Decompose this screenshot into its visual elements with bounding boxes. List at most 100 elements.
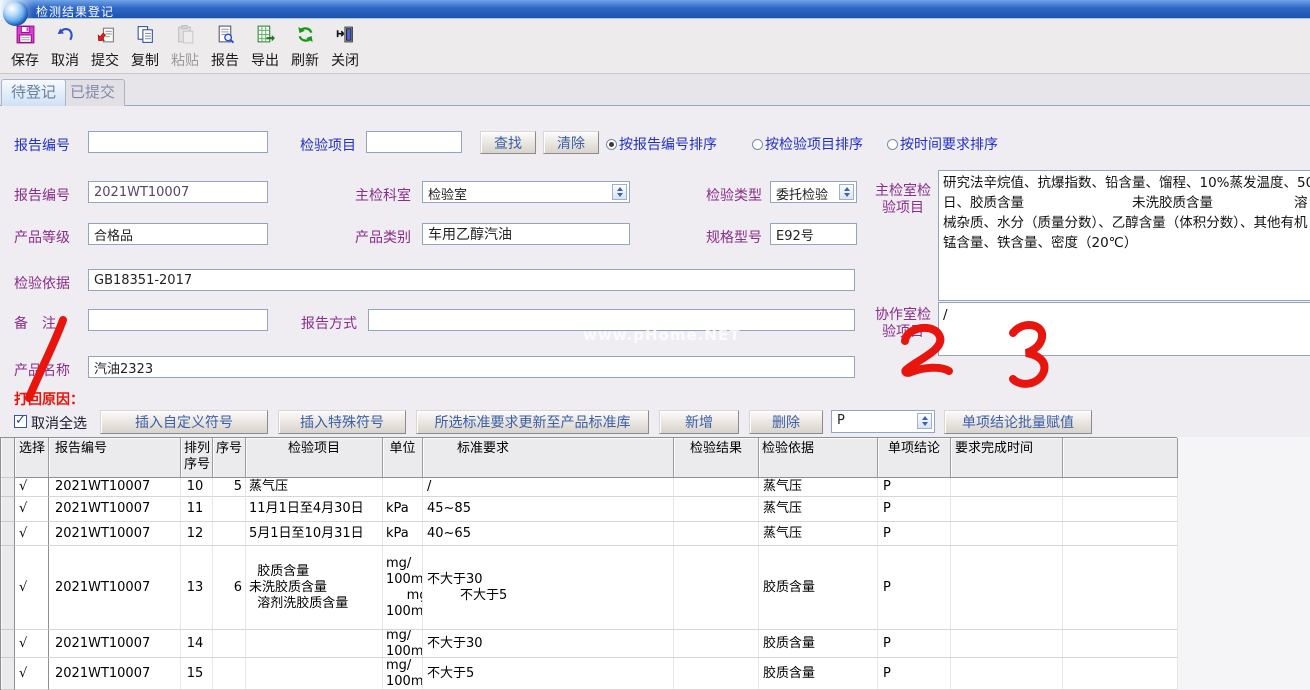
- radio-icon[interactable]: [606, 139, 617, 150]
- table-row[interactable]: √2021WT10007125月1日至10月31日kPa40~65蒸气压P: [1, 522, 1177, 546]
- select-all-checkbox[interactable]: [14, 415, 27, 428]
- table-cell[interactable]: 蒸气压: [246, 478, 383, 497]
- table-cell[interactable]: 40~65: [423, 522, 674, 546]
- insert-custom-symbol-button[interactable]: 插入自定义符号: [100, 410, 268, 434]
- table-cell[interactable]: P: [878, 658, 951, 690]
- table-cell[interactable]: 2021WT10007: [49, 478, 181, 497]
- table-cell[interactable]: 12: [181, 522, 213, 546]
- main-dept-select[interactable]: 检验室: [422, 181, 630, 203]
- spinner-icon[interactable]: [917, 413, 932, 429]
- product-name-input[interactable]: [88, 356, 855, 378]
- table-cell[interactable]: [213, 522, 246, 546]
- table-cell[interactable]: [951, 497, 1063, 522]
- table-cell[interactable]: 2021WT10007: [49, 546, 181, 630]
- table-cell[interactable]: 11: [181, 497, 213, 522]
- table-cell[interactable]: √: [15, 630, 49, 658]
- table-cell[interactable]: [674, 478, 759, 497]
- sort-radio-option[interactable]: 按检验项目排序: [752, 134, 863, 154]
- table-cell[interactable]: [246, 658, 383, 690]
- tab-pending[interactable]: 待登记: [1, 79, 66, 106]
- table-cell[interactable]: [213, 658, 246, 690]
- table-cell[interactable]: P: [878, 522, 951, 546]
- table-cell[interactable]: √: [15, 497, 49, 522]
- table-cell[interactable]: [951, 522, 1063, 546]
- table-cell[interactable]: [951, 630, 1063, 658]
- conclusion-select[interactable]: P: [831, 410, 935, 433]
- spinner-icon[interactable]: [839, 184, 854, 200]
- table-cell[interactable]: [674, 630, 759, 658]
- table-row[interactable]: √2021WT10007136 胶质含量 未洗胶质含量 溶剂洗胶质含量mg/ 1…: [1, 546, 1177, 630]
- column-header[interactable]: 要求完成时间: [951, 438, 1063, 478]
- table-cell[interactable]: [213, 630, 246, 658]
- table-cell[interactable]: kPa: [383, 497, 423, 522]
- table-cell[interactable]: mg/ 100mL: [383, 658, 423, 690]
- table-cell[interactable]: 6: [213, 546, 246, 630]
- radio-icon[interactable]: [887, 139, 898, 150]
- table-cell[interactable]: 2021WT10007: [49, 522, 181, 546]
- table-cell[interactable]: kPa: [383, 522, 423, 546]
- column-header[interactable]: 报告编号: [49, 438, 181, 478]
- table-cell[interactable]: √: [15, 522, 49, 546]
- table-cell[interactable]: √: [15, 658, 49, 690]
- table-cell[interactable]: mg/ 100mL mg/ 100mL: [383, 546, 423, 630]
- radio-icon[interactable]: [752, 139, 763, 150]
- product-grade-input[interactable]: [88, 223, 268, 245]
- table-cell[interactable]: 13: [181, 546, 213, 630]
- update-standard-button[interactable]: 所选标准要求更新至产品标准库: [416, 410, 649, 434]
- table-row[interactable]: √2021WT1000715mg/ 100mL不大于5胶质含量P: [1, 658, 1177, 690]
- test-type-select[interactable]: 委托检验: [770, 181, 857, 203]
- table-cell[interactable]: 蒸气压: [759, 478, 878, 497]
- table-cell[interactable]: 胶质含量 未洗胶质含量 溶剂洗胶质含量: [246, 546, 383, 630]
- search-item-input[interactable]: [366, 131, 462, 153]
- column-header[interactable]: 排列 序号: [181, 438, 213, 478]
- insert-special-symbol-button[interactable]: 插入特殊符号: [278, 410, 406, 434]
- table-cell[interactable]: [951, 658, 1063, 690]
- table-cell[interactable]: [213, 497, 246, 522]
- table-cell[interactable]: 蒸气压: [759, 522, 878, 546]
- clear-button[interactable]: 清除: [543, 131, 599, 154]
- sort-radio-option[interactable]: 按报告编号排序: [606, 134, 717, 154]
- remark-input[interactable]: [88, 309, 268, 331]
- table-cell[interactable]: 胶质含量: [759, 546, 878, 630]
- product-category-input[interactable]: [422, 223, 630, 245]
- table-cell[interactable]: 不大于30: [423, 630, 674, 658]
- table-cell[interactable]: mg/ 100mL: [383, 630, 423, 658]
- column-header[interactable]: 选择: [15, 438, 49, 478]
- table-cell[interactable]: 2021WT10007: [49, 658, 181, 690]
- table-cell[interactable]: 45~85: [423, 497, 674, 522]
- sort-radio-option[interactable]: 按时间要求排序: [887, 134, 998, 154]
- toolbar-button-refresh[interactable]: 刷新: [285, 22, 325, 72]
- add-button[interactable]: 新增: [659, 410, 739, 434]
- table-cell[interactable]: √: [15, 546, 49, 630]
- table-cell[interactable]: [674, 658, 759, 690]
- table-row[interactable]: √2021WT1000714mg/ 100mL不大于30胶质含量P: [1, 630, 1177, 658]
- table-cell[interactable]: [674, 497, 759, 522]
- table-cell[interactable]: 5: [213, 478, 246, 497]
- column-header[interactable]: 标准要求: [423, 438, 674, 478]
- table-cell[interactable]: 胶质含量: [759, 658, 878, 690]
- toolbar-button-close[interactable]: 关闭: [325, 22, 365, 72]
- coop-items-box[interactable]: /: [938, 302, 1310, 356]
- table-cell[interactable]: 胶质含量: [759, 630, 878, 658]
- table-cell[interactable]: [951, 478, 1063, 497]
- toolbar-button-report[interactable]: 报告: [205, 22, 245, 72]
- table-cell[interactable]: 蒸气压: [759, 497, 878, 522]
- table-cell[interactable]: 2021WT10007: [49, 497, 181, 522]
- batch-assign-button[interactable]: 单项结论批量赋值: [944, 410, 1092, 434]
- table-cell[interactable]: P: [878, 478, 951, 497]
- toolbar-button-undo[interactable]: 取消: [45, 22, 85, 72]
- table-cell[interactable]: √: [15, 478, 49, 497]
- column-header[interactable]: 单项结论: [878, 438, 951, 478]
- table-cell[interactable]: P: [878, 546, 951, 630]
- table-cell[interactable]: /: [423, 478, 674, 497]
- spec-model-input[interactable]: [770, 223, 857, 245]
- table-row[interactable]: √2021WT10007105蒸气压/蒸气压P: [1, 478, 1177, 497]
- table-cell[interactable]: P: [878, 630, 951, 658]
- table-cell[interactable]: 15: [181, 658, 213, 690]
- toolbar-button-export[interactable]: 导出: [245, 22, 285, 72]
- spinner-icon[interactable]: [612, 184, 627, 200]
- delete-button[interactable]: 删除: [749, 410, 823, 434]
- table-cell[interactable]: 不大于30 不大于5: [423, 546, 674, 630]
- table-cell[interactable]: [951, 546, 1063, 630]
- column-header[interactable]: 检验结果: [674, 438, 759, 478]
